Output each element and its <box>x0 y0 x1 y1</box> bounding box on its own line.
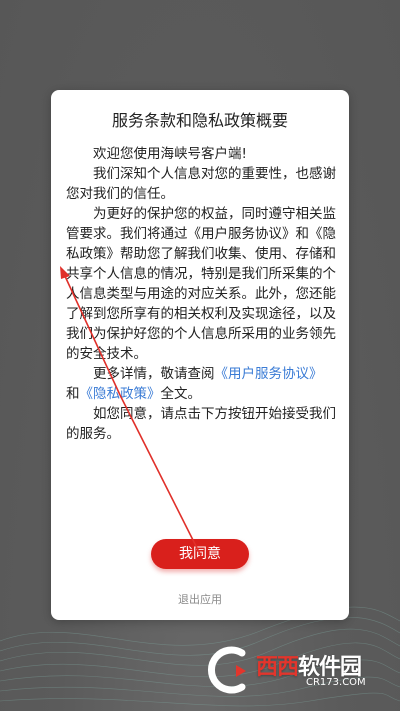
welcome-paragraph: 欢迎您使用海峡号客户端! <box>93 146 247 162</box>
watermark-url: CR173.COM <box>306 677 366 688</box>
watermark-brand-red: 西西 <box>256 655 299 680</box>
cr-logo-icon <box>208 646 246 694</box>
dialog-title: 服务条款和隐私政策概要 <box>111 111 288 130</box>
dialog-body: 欢迎您使用海峡号客户端! 我们深知个人信息对您的重要性，也感谢您对我们的信任。 … <box>66 144 338 444</box>
agree-button[interactable]: 我同意 <box>151 539 249 569</box>
site-watermark: 西西软件园 CR173.COM <box>206 643 386 697</box>
user-agreement-link[interactable]: 《用户服务协议》 <box>215 366 323 382</box>
details-text-end: 全文。 <box>160 386 202 402</box>
trust-paragraph: 我们深知个人信息对您的重要性，也感谢您对我们的信任。 <box>66 166 336 202</box>
consent-paragraph: 如您同意，请点击下方按钮开始接受我们的服务。 <box>66 406 336 442</box>
details-text-lead: 更多详情，敬请查阅 <box>93 366 215 382</box>
privacy-policy-link[interactable]: 《隐私政策》 <box>80 386 161 402</box>
details-text-and: 和 <box>66 386 80 402</box>
details-paragraph: 更多详情，敬请查阅《用户服务协议》和《隐私政策》全文。 <box>66 364 338 404</box>
privacy-policy-dialog: 服务条款和隐私政策概要 欢迎您使用海峡号客户端! 我们深知个人信息对您的重要性，… <box>51 90 349 620</box>
exit-app-button[interactable]: 退出应用 <box>51 591 349 607</box>
policy-summary-paragraph: 为更好的保护您的权益，同时遵守相关监管要求。我们将通过《用户服务协议》和《隐私政… <box>66 206 336 362</box>
